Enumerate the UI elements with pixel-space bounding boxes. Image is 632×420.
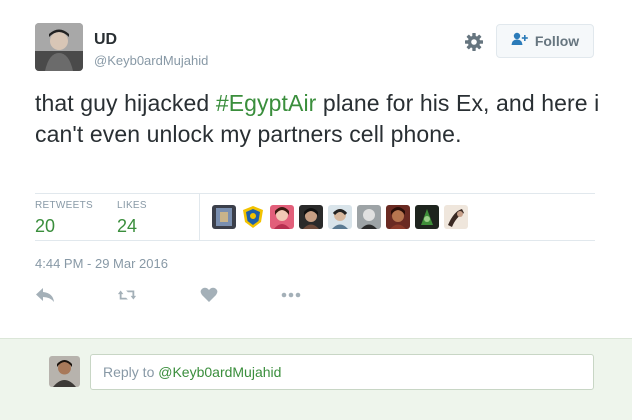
retweets-stat[interactable]: RETWEETS 20 [35,200,93,237]
add-user-icon [511,32,529,51]
more-icon[interactable] [281,285,301,305]
likes-label: LIKES [117,200,147,211]
liker-avatar[interactable] [444,205,468,229]
retweets-label: RETWEETS [35,200,93,211]
current-user-avatar [49,356,80,387]
liker-avatar[interactable] [328,205,352,229]
follow-button[interactable]: Follow [496,24,594,58]
reply-prefix: Reply to [103,364,155,380]
user-name[interactable]: UD [94,31,117,49]
follow-label: Follow [534,33,580,49]
hashtag-link[interactable]: #EgyptAir [216,90,317,116]
tweet-text: that guy hijacked #EgyptAir plane for hi… [35,88,605,150]
reply-mention: @Keyb0ardMujahid [158,364,282,380]
tweet-card: UD @Keyb0ardMujahid Follow that guy hija… [0,0,632,338]
likers-avatars [212,205,468,229]
like-icon[interactable] [199,285,219,305]
retweet-icon[interactable] [117,285,137,305]
liker-avatar[interactable] [270,205,294,229]
reply-box: Reply to @Keyb0ardMujahid [0,338,632,420]
liker-avatar[interactable] [241,205,265,229]
user-handle[interactable]: @Keyb0ardMujahid [94,53,208,68]
tweet-timestamp[interactable]: 4:44 PM - 29 Mar 2016 [35,256,168,271]
likes-stat[interactable]: LIKES 24 [117,200,147,237]
retweets-count: 20 [35,216,56,236]
gear-icon[interactable] [464,32,484,52]
liker-avatar[interactable] [299,205,323,229]
divider [35,193,595,194]
liker-avatar[interactable] [357,205,381,229]
divider [199,193,200,240]
reply-input[interactable]: Reply to @Keyb0ardMujahid [90,354,594,390]
divider [35,240,595,241]
liker-avatar[interactable] [212,205,236,229]
user-avatar[interactable] [35,23,83,71]
liker-avatar[interactable] [386,205,410,229]
tweet-actions [35,285,363,305]
tweet-text-before: that guy hijacked [35,90,216,116]
likes-count: 24 [117,216,138,236]
liker-avatar[interactable] [415,205,439,229]
reply-icon[interactable] [35,285,55,305]
